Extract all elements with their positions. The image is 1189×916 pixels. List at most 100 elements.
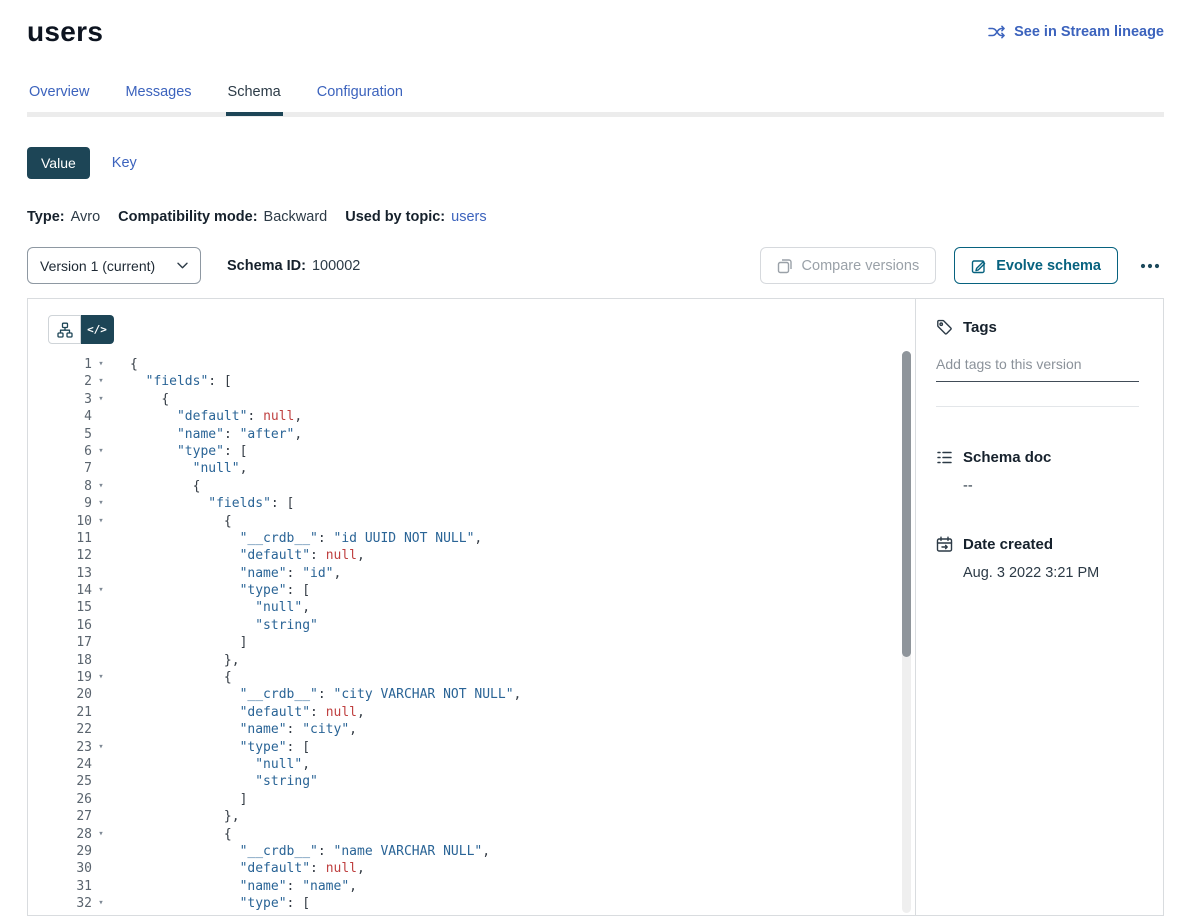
fold-spacer: [92, 408, 110, 425]
code-line: 23▾ "type": [: [48, 739, 915, 756]
line-number: 1: [48, 356, 92, 373]
version-select-value: Version 1 (current): [40, 258, 155, 274]
fold-toggle-icon[interactable]: ▾: [92, 513, 110, 530]
tab-messages[interactable]: Messages: [123, 84, 193, 112]
line-number: 27: [48, 808, 92, 825]
compare-versions-label: Compare versions: [802, 258, 920, 274]
fold-spacer: [92, 652, 110, 669]
value-toggle-button[interactable]: Value: [27, 147, 90, 179]
tags-input[interactable]: [936, 356, 1139, 382]
fold-spacer: [92, 721, 110, 738]
fold-toggle-icon[interactable]: ▾: [92, 478, 110, 495]
evolve-schema-button[interactable]: Evolve schema: [954, 247, 1118, 284]
fold-toggle-icon[interactable]: ▾: [92, 373, 110, 390]
line-number: 23: [48, 739, 92, 756]
code-line: 1▾{: [48, 356, 915, 373]
code-text: },: [110, 808, 240, 825]
line-number: 18: [48, 652, 92, 669]
code-line: 17 ]: [48, 634, 915, 651]
compatibility-mode-value: Backward: [264, 209, 328, 225]
schema-type-label: Type:: [27, 209, 65, 225]
stream-lineage-link[interactable]: See in Stream lineage: [988, 24, 1164, 40]
topic-link[interactable]: users: [451, 209, 486, 225]
compare-versions-icon: [777, 258, 793, 274]
tab-bar: Overview Messages Schema Configuration: [27, 84, 1164, 112]
version-select[interactable]: Version 1 (current): [27, 247, 201, 284]
code-text: "name": "city",: [110, 721, 357, 738]
date-created-title: Date created: [963, 536, 1053, 553]
schema-sidebar: Tags Schema doc --: [915, 299, 1163, 915]
tree-view-button[interactable]: [48, 315, 81, 344]
line-number: 19: [48, 669, 92, 686]
code-line: 28▾ {: [48, 826, 915, 843]
line-number: 16: [48, 617, 92, 634]
schema-doc-value: --: [963, 478, 1139, 494]
line-number: 8: [48, 478, 92, 495]
more-options-button[interactable]: [1136, 259, 1164, 273]
line-number: 29: [48, 843, 92, 860]
fold-spacer: [92, 791, 110, 808]
stream-lineage-label: See in Stream lineage: [1014, 24, 1164, 40]
fold-toggle-icon[interactable]: ▾: [92, 739, 110, 756]
line-number: 13: [48, 565, 92, 582]
line-number: 21: [48, 704, 92, 721]
key-toggle-button[interactable]: Key: [112, 155, 137, 171]
code-text: "default": null,: [110, 704, 365, 721]
code-text: {: [110, 826, 232, 843]
code-line: 4 "default": null,: [48, 408, 915, 425]
scrollbar-thumb[interactable]: [902, 351, 911, 657]
fold-toggle-icon[interactable]: ▾: [92, 495, 110, 512]
code-line: 22 "name": "city",: [48, 721, 915, 738]
line-number: 15: [48, 599, 92, 616]
code-text: },: [110, 652, 240, 669]
code-line: 10▾ {: [48, 513, 915, 530]
fold-toggle-icon[interactable]: ▾: [92, 391, 110, 408]
compatibility-mode-label: Compatibility mode:: [118, 209, 257, 225]
scrollbar[interactable]: [902, 351, 911, 913]
code-text: {: [110, 513, 232, 530]
fold-toggle-icon[interactable]: ▾: [92, 669, 110, 686]
date-created-section: Date created Aug. 3 2022 3:21 PM: [936, 536, 1139, 581]
line-number: 3: [48, 391, 92, 408]
stream-lineage-icon: [988, 24, 1006, 40]
tab-overview[interactable]: Overview: [27, 84, 91, 112]
fold-toggle-icon[interactable]: ▾: [92, 582, 110, 599]
code-line: 31 "name": "name",: [48, 878, 915, 895]
fold-spacer: [92, 547, 110, 564]
code-text: "null",: [110, 460, 247, 477]
line-number: 2: [48, 373, 92, 390]
page-header: users See in Stream lineage: [27, 16, 1164, 48]
code-text: "type": [: [110, 739, 310, 756]
code-text: "type": [: [110, 443, 247, 460]
code-line: 9▾ "fields": [: [48, 495, 915, 512]
schema-card: </> 1▾{2▾ "fields": [3▾ {4 "default": nu…: [27, 298, 1164, 916]
fold-toggle-icon[interactable]: ▾: [92, 826, 110, 843]
code-text: "string": [110, 617, 318, 634]
code-text: {: [110, 478, 200, 495]
code-text: "fields": [: [110, 373, 232, 390]
evolve-schema-label: Evolve schema: [996, 258, 1101, 274]
tab-schema[interactable]: Schema: [226, 84, 283, 112]
code-line: 30 "default": null,: [48, 860, 915, 877]
fold-toggle-icon[interactable]: ▾: [92, 443, 110, 460]
code-text: "null",: [110, 756, 310, 773]
code-line: 24 "null",: [48, 756, 915, 773]
compare-versions-button[interactable]: Compare versions: [760, 247, 937, 284]
code-line: 7 "null",: [48, 460, 915, 477]
fold-toggle-icon[interactable]: ▾: [92, 356, 110, 373]
code-view-toolbar: </>: [48, 315, 915, 344]
date-created-heading: Date created: [936, 536, 1139, 553]
code-lines: 1▾{2▾ "fields": [3▾ {4 "default": null,5…: [48, 356, 915, 913]
fold-spacer: [92, 460, 110, 477]
used-by-topic-label: Used by topic:: [345, 209, 445, 225]
line-number: 25: [48, 773, 92, 790]
fold-toggle-icon[interactable]: ▾: [92, 895, 110, 912]
code-text: "default": null,: [110, 860, 365, 877]
schema-type: Type: Avro: [27, 209, 100, 225]
line-number: 22: [48, 721, 92, 738]
code-view-button[interactable]: </>: [81, 315, 114, 344]
code-text: "__crdb__": "name VARCHAR NULL",: [110, 843, 490, 860]
schema-doc-section: Schema doc --: [936, 449, 1139, 494]
fold-spacer: [92, 565, 110, 582]
tab-configuration[interactable]: Configuration: [315, 84, 405, 112]
